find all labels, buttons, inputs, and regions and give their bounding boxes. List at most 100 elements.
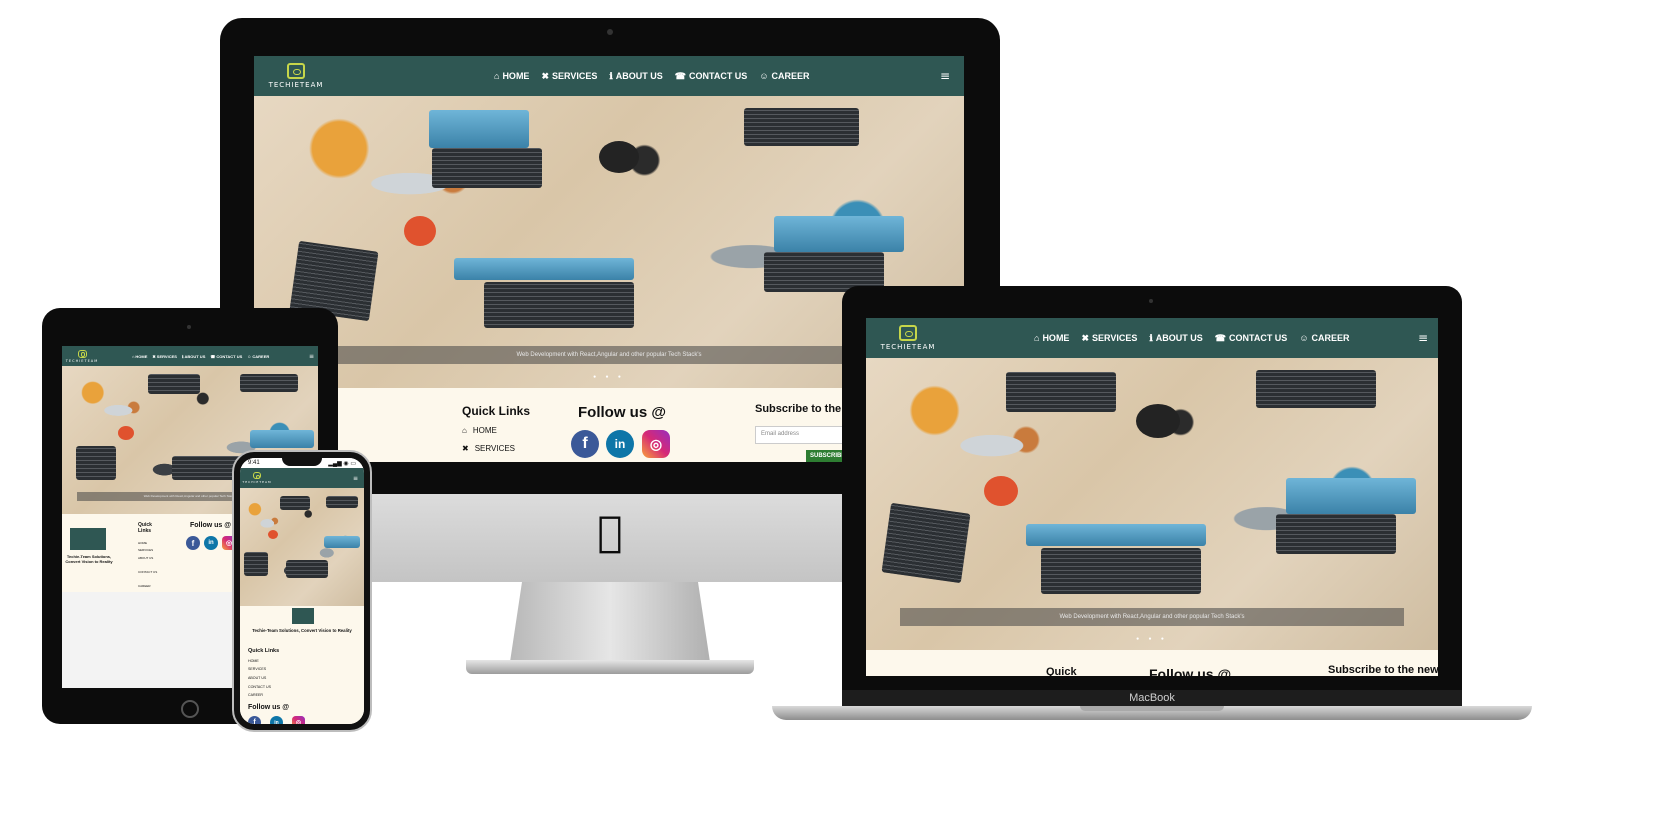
laptop-image-part <box>429 110 529 148</box>
user-circle-icon: ☺ <box>1299 333 1309 343</box>
nav-career[interactable]: ☺ CAREER <box>247 354 269 359</box>
follow-us-heading: Follow us @ <box>248 704 290 711</box>
hero-caption: Web Development with React,Angular and o… <box>900 608 1404 626</box>
footer-link-career[interactable]: CAREER <box>248 693 263 697</box>
hero-caption: Web Development with React,Angular and o… <box>296 346 922 364</box>
tools-icon: ✖ <box>541 70 549 81</box>
teapot-image-part <box>599 141 639 173</box>
follow-us-heading: Follow us @ <box>190 522 232 529</box>
instagram-icon[interactable]: ◎ <box>642 430 670 458</box>
laptop-image-part <box>1026 524 1206 546</box>
laptop-image-part <box>881 502 971 584</box>
nav-career[interactable]: ☺ CAREER <box>759 71 809 81</box>
laptop-image-part <box>432 148 542 188</box>
footer-logo <box>292 608 314 624</box>
nav-label: CONTACT US <box>688 71 748 81</box>
nav-label: CAREER <box>1311 333 1350 343</box>
instagram-icon[interactable]: ◎ <box>292 716 305 724</box>
imac-camera <box>607 29 613 35</box>
nav-label: ABOUT US <box>615 71 663 81</box>
footer-link-services[interactable]: SERVICES <box>138 548 153 552</box>
navbar: TECHIETEAM ≡ <box>240 468 364 488</box>
facebook-icon[interactable]: f <box>571 430 599 458</box>
footer-link-contact[interactable]: CONTACT US <box>248 685 271 689</box>
nav-about-us[interactable]: ℹ ABOUT US <box>609 71 662 82</box>
carousel-indicators[interactable]: ● ● ● <box>866 636 1438 642</box>
navbar: TECHIETEAM ⌂ HOME ✖ SERVICES ℹ ABOUT US ☎ CONTA… <box>254 56 964 96</box>
facebook-icon[interactable]: f <box>248 716 261 724</box>
status-icons: ▂▄▆ ◉ ▭ <box>328 461 356 467</box>
logo-cube-icon <box>287 63 305 79</box>
nav-label: CAREER <box>252 353 270 359</box>
footer-link-home[interactable]: HOME <box>138 541 147 545</box>
footer-link-label: HOME <box>472 426 497 435</box>
hamburger-menu-icon[interactable]: ≡ <box>353 475 358 482</box>
linkedin-icon[interactable]: in <box>270 716 283 724</box>
site-logo[interactable]: TECHIETEAM <box>242 468 272 488</box>
logo-cube-icon <box>253 472 261 479</box>
quick-links-heading: Quick <box>1046 666 1077 676</box>
nav-contact-us[interactable]: ☎ CONTACT US <box>1215 333 1288 344</box>
nav-label: ABOUT US <box>1155 333 1203 343</box>
nav-about-us[interactable]: ℹ ABOUT US <box>1149 333 1202 344</box>
hamburger-menu-icon[interactable]: ≡ <box>940 69 950 83</box>
phone-icon: ☎ <box>1214 332 1226 343</box>
info-icon: ℹ <box>181 353 184 359</box>
quick-links-heading: Quick Links <box>248 648 280 654</box>
laptop-image-part <box>774 216 904 252</box>
logo-cube-icon <box>899 325 917 341</box>
hero-carousel[interactable] <box>240 488 364 606</box>
status-time: 9:41 <box>248 460 260 466</box>
footer-link-home[interactable]: HOME <box>248 659 259 663</box>
linkedin-icon[interactable]: in <box>606 430 634 458</box>
subscribe-heading: Subscribe to the <box>755 403 842 415</box>
site-logo[interactable]: TECHIETEAM <box>872 318 944 358</box>
laptop-image-part <box>1256 370 1376 408</box>
site-logo[interactable]: TECHIETEAM <box>260 56 332 96</box>
footer-link-home[interactable]: ⌂ HOME <box>462 426 497 435</box>
nav-contact-us[interactable]: ☎ CONTACT US <box>675 71 748 82</box>
phone-icon: ☎ <box>674 70 686 81</box>
nav-home[interactable]: ⌂ HOME <box>494 71 529 81</box>
macbook-camera <box>1149 299 1153 303</box>
site-logo[interactable]: TECHIETEAM <box>64 346 100 366</box>
nav-home[interactable]: ⌂ HOME <box>132 354 147 359</box>
footer-link-services[interactable]: SERVICES <box>248 667 266 671</box>
tools-icon: ✖ <box>462 444 469 453</box>
macbook-notch <box>1080 706 1224 711</box>
follow-us-heading: Follow us @ <box>1149 666 1232 676</box>
nav-services[interactable]: ✖ SERVICES <box>541 71 597 82</box>
ipad-home-button <box>181 700 199 718</box>
nav-services[interactable]: ✖ SERVICES <box>1081 333 1137 344</box>
hamburger-menu-icon[interactable]: ≡ <box>1418 331 1428 345</box>
nav-career[interactable]: ☺ CAREER <box>1299 333 1349 343</box>
laptop-image-part <box>240 374 298 392</box>
home-icon: ⌂ <box>132 353 135 359</box>
nav-home[interactable]: ⌂ HOME <box>1034 333 1069 343</box>
footer-link-contact[interactable]: CONTACT US <box>138 570 157 574</box>
laptop-image-part <box>250 430 314 448</box>
nav-label: ABOUT US <box>184 353 206 359</box>
nav-about-us[interactable]: ℹ ABOUT US <box>182 354 205 359</box>
facebook-icon[interactable]: f <box>186 536 200 550</box>
footer-link-services[interactable]: ✖ SERVICES <box>462 444 515 453</box>
phone-icon: ☎ <box>210 353 216 359</box>
laptop-image-part <box>1276 514 1396 554</box>
footer-link-career[interactable]: CAREER <box>138 584 151 588</box>
laptop-image-part <box>484 282 634 328</box>
user-circle-icon: ☺ <box>247 353 252 359</box>
linkedin-icon[interactable]: in <box>204 536 218 550</box>
hamburger-menu-icon[interactable]: ≡ <box>309 353 314 360</box>
footer-link-about[interactable]: ABOUT US <box>138 556 153 560</box>
nav-label: CONTACT US <box>216 353 243 359</box>
footer-link-about[interactable]: ABOUT US <box>248 676 266 680</box>
footer-link-label: SERVICES <box>474 444 516 453</box>
nav-services[interactable]: ✖ SERVICES <box>152 354 177 359</box>
nav-label: SERVICES <box>156 353 177 359</box>
imac-stand-base <box>466 660 754 674</box>
hero-carousel[interactable]: Web Development with React,Angular and o… <box>866 358 1438 650</box>
laptop-image-part <box>1286 478 1416 514</box>
laptop-image-part <box>244 552 268 576</box>
nav-contact-us[interactable]: ☎ CONTACT US <box>210 354 242 359</box>
laptop-image-part <box>286 560 328 578</box>
